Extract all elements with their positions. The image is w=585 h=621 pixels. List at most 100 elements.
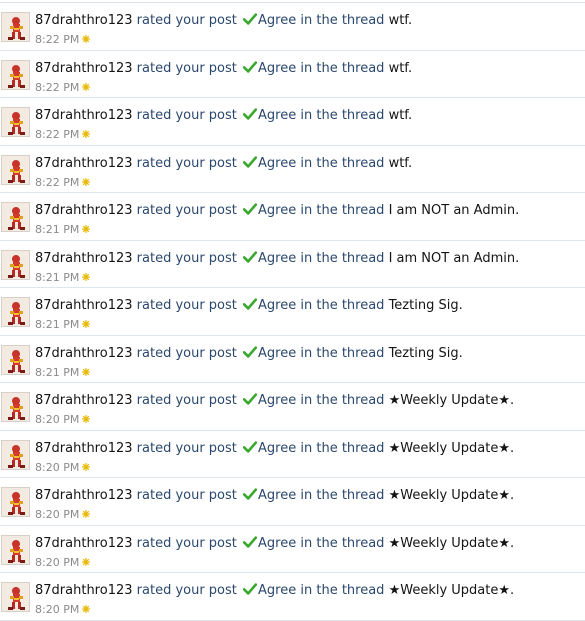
avatar-image [2, 583, 29, 611]
avatar-image [2, 13, 29, 41]
username-link[interactable]: 87drahthro123 [35, 583, 133, 598]
thread-link[interactable]: wtf. [389, 61, 413, 76]
username-link[interactable]: 87drahthro123 [35, 393, 133, 408]
thread-prefix: in the thread [300, 108, 385, 123]
thread-prefix: in the thread [300, 250, 385, 266]
avatar[interactable] [1, 392, 30, 422]
action-text: rated your post [136, 203, 237, 218]
thread-link[interactable]: wtf. [389, 108, 413, 123]
check-icon [243, 535, 258, 548]
thread-link[interactable]: ★Weekly Update★. [389, 583, 515, 598]
thread-prefix: in the thread [300, 60, 385, 76]
check-icon [243, 203, 258, 215]
alert-text: 87drahthro123 rated your post Agree in t… [35, 536, 514, 552]
alert-text: 87drahthro123 rated your post Agree in t… [35, 441, 514, 457]
new-marker-icon [82, 462, 91, 471]
username-link[interactable]: 87drahthro123 [35, 13, 133, 28]
alert-item: 87drahthro123 rated your post Agree in t… [0, 240, 585, 288]
action-text: rated your post [136, 583, 237, 598]
alert-item: 87drahthro123 rated your post Agree in t… [0, 525, 585, 573]
thread-link[interactable]: I am NOT an Admin. [389, 203, 520, 218]
thread-prefix: in the thread [300, 13, 385, 28]
alert-text: 87drahthro123 rated your post Agree in t… [35, 156, 412, 172]
thread-link[interactable]: ★Weekly Update★. [389, 536, 515, 551]
username-link[interactable]: 87drahthro123 [35, 488, 133, 503]
avatar[interactable] [1, 344, 30, 375]
alert-meta: 8:22 PM [35, 33, 91, 46]
thread-link[interactable]: Tezting Sig. [389, 346, 463, 361]
action-text: rated your post [136, 250, 237, 266]
rating-name: Agree [258, 488, 297, 503]
alert-meta: 8:20 PM [35, 508, 91, 521]
thread-link[interactable]: I am NOT an Admin. [389, 251, 520, 266]
rating-name: Agree [258, 393, 297, 408]
avatar[interactable] [1, 59, 30, 90]
username-link[interactable]: 87drahthro123 [35, 108, 133, 123]
thread-link[interactable]: Tezting Sig. [389, 298, 463, 313]
thread-link[interactable]: ★Weekly Update★. [389, 441, 515, 456]
timestamp: 8:20 PM [35, 460, 80, 474]
rating-name: Agree [258, 155, 297, 171]
username-link[interactable]: 87drahthro123 [35, 346, 133, 361]
username-link[interactable]: 87drahthro123 [35, 156, 133, 171]
alert-text: 87drahthro123 rated your post Agree in t… [35, 393, 514, 409]
alert-meta: 8:20 PM [35, 603, 91, 616]
action-text: rated your post [136, 155, 237, 171]
timestamp: 8:22 PM [35, 175, 80, 189]
alert-meta: 8:20 PM [35, 413, 91, 426]
avatar[interactable] [1, 439, 30, 470]
alert-item: 87drahthro123 rated your post Agree in t… [0, 50, 585, 98]
username-link[interactable]: 87drahthro123 [35, 298, 133, 313]
username-link[interactable]: 87drahthro123 [35, 61, 133, 76]
alert-item: 87drahthro123 rated your post Agree in t… [0, 478, 585, 526]
timestamp: 8:21 PM [35, 318, 80, 331]
avatar[interactable] [1, 582, 30, 612]
thread-prefix: in the thread [300, 583, 385, 598]
timestamp: 8:20 PM [35, 508, 80, 521]
username-link[interactable]: 87drahthro123 [35, 203, 133, 218]
alerts-feed: 87drahthro123 rated your post Agree in t… [0, 3, 585, 621]
rating-name: Agree [258, 345, 297, 361]
action-text: rated your post [136, 108, 237, 123]
avatar[interactable] [1, 154, 30, 185]
avatar-image [2, 203, 29, 231]
rating-name: Agree [258, 60, 297, 76]
avatar[interactable] [1, 202, 30, 232]
avatar[interactable] [1, 534, 30, 565]
alert-meta: 8:21 PM [35, 223, 91, 236]
new-marker-icon [82, 320, 91, 328]
username-link[interactable]: 87drahthro123 [35, 251, 133, 266]
thread-link[interactable]: ★Weekly Update★. [389, 393, 515, 408]
rating-name: Agree [258, 535, 297, 551]
timestamp: 8:20 PM [35, 603, 80, 616]
thread-link[interactable]: wtf. [389, 156, 413, 171]
avatar[interactable] [1, 487, 30, 517]
avatar[interactable] [1, 249, 30, 280]
timestamp: 8:22 PM [35, 128, 80, 141]
rating-name: Agree [258, 583, 297, 598]
thread-link[interactable]: ★Weekly Update★. [389, 488, 515, 503]
action-text: rated your post [136, 60, 237, 76]
alert-text: 87drahthro123 rated your post Agree in t… [35, 61, 412, 77]
avatar[interactable] [1, 107, 30, 137]
avatar-image [2, 393, 29, 421]
alert-text: 87drahthro123 rated your post Agree in t… [35, 108, 412, 124]
check-icon [243, 488, 258, 500]
check-icon [243, 155, 258, 168]
thread-prefix: in the thread [300, 155, 385, 171]
username-link[interactable]: 87drahthro123 [35, 536, 133, 551]
username-link[interactable]: 87drahthro123 [35, 441, 133, 456]
alert-item: 87drahthro123 rated your post Agree in t… [0, 288, 585, 336]
avatar[interactable] [1, 12, 30, 42]
rating-name: Agree [258, 13, 297, 28]
avatar[interactable] [1, 297, 30, 327]
alert-meta: 8:22 PM [35, 128, 91, 141]
alert-meta: 8:21 PM [35, 318, 91, 331]
avatar-image [2, 60, 29, 89]
avatar-image [2, 155, 29, 184]
alert-text: 87drahthro123 rated your post Agree in t… [35, 298, 463, 314]
check-icon [243, 583, 258, 595]
timestamp: 8:20 PM [35, 413, 80, 426]
check-icon [243, 60, 258, 73]
thread-link[interactable]: wtf. [389, 13, 413, 28]
